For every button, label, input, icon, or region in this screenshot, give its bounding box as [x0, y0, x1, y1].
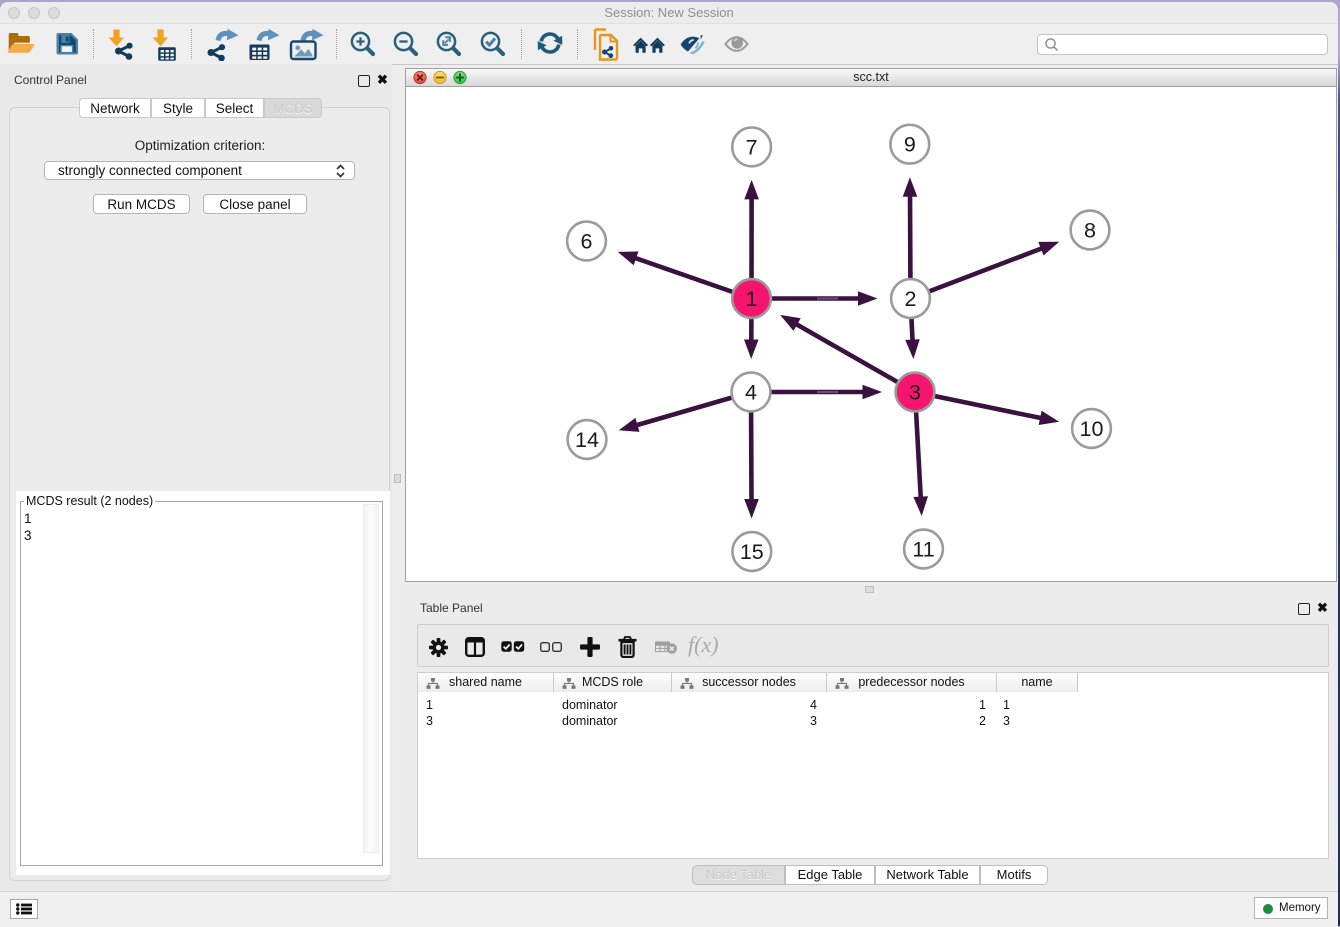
svg-text:14: 14	[575, 428, 599, 452]
svg-text:6: 6	[581, 230, 593, 254]
svg-text:2: 2	[905, 287, 917, 311]
svg-text:15: 15	[740, 540, 764, 564]
svg-text:4: 4	[745, 381, 757, 405]
svg-text:1: 1	[746, 287, 758, 311]
svg-text:8: 8	[1084, 219, 1096, 243]
svg-text:10: 10	[1080, 417, 1104, 441]
svg-text:7: 7	[746, 135, 758, 159]
svg-text:3: 3	[909, 381, 921, 405]
svg-text:11: 11	[912, 538, 934, 562]
svg-text:9: 9	[904, 133, 916, 157]
